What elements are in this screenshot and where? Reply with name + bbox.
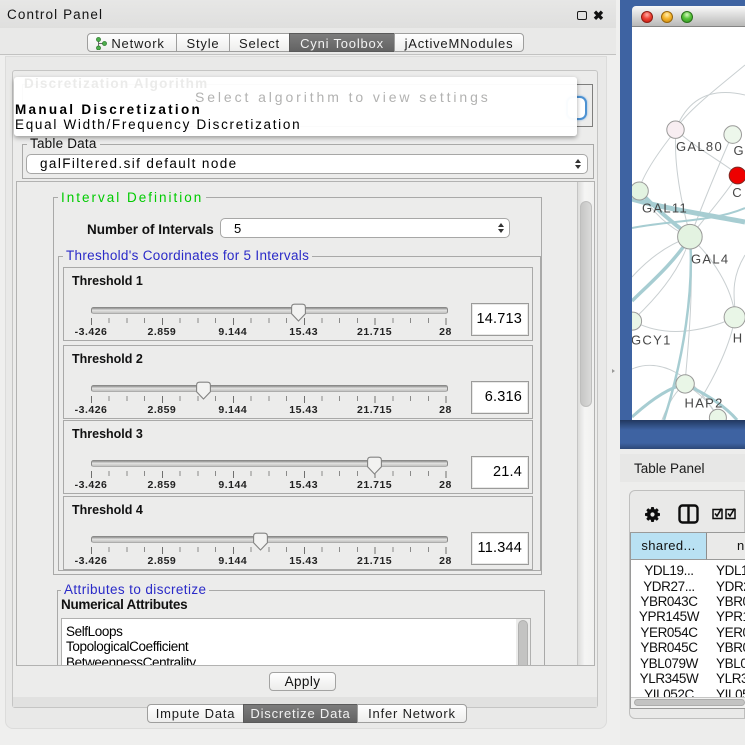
svg-text:GAL4: GAL4 [691, 252, 729, 267]
svg-text:GAL80: GAL80 [676, 139, 723, 154]
svg-text:GCY1: GCY1 [632, 333, 672, 348]
svg-text:GA: GA [734, 143, 745, 158]
svg-text:H: H [733, 331, 744, 346]
svg-text:GAL11: GAL11 [642, 201, 688, 216]
svg-text:HAP2: HAP2 [685, 396, 724, 411]
svg-text:C: C [732, 185, 743, 200]
